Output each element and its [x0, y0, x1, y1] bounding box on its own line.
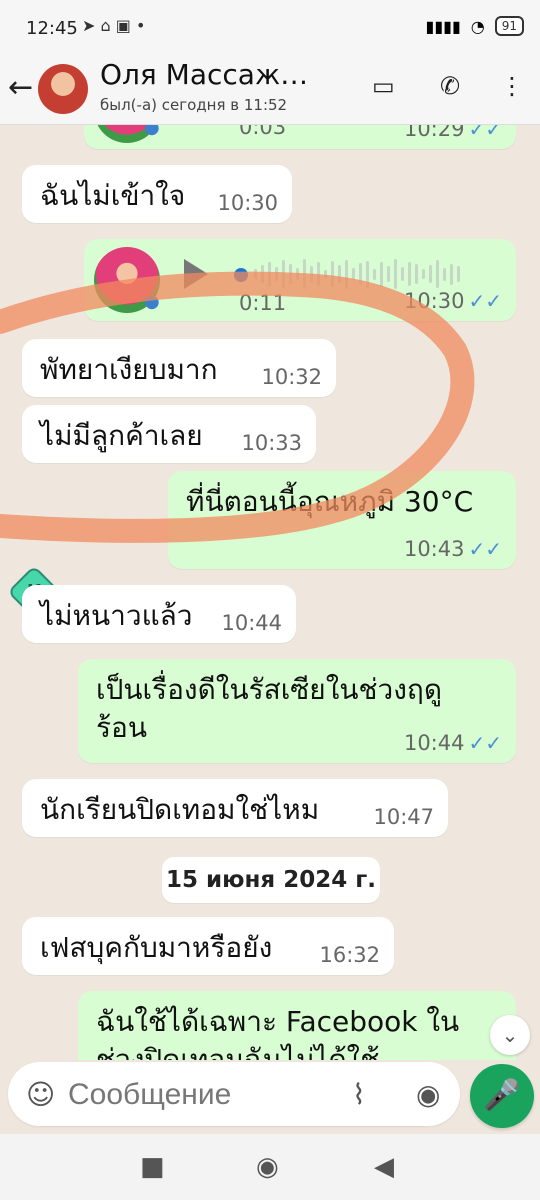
message-time: 10:32	[261, 365, 322, 389]
paperclip-icon[interactable]: ⌇	[352, 1078, 366, 1111]
message-bubble[interactable]: ไม่หนาวแล้ว 10:44	[22, 585, 296, 643]
message-text: พัทยาเงียบมาก	[40, 353, 218, 386]
avatar[interactable]	[38, 64, 88, 114]
message-bubble[interactable]: ที่นี่ตอนนี้อุณหภูมิ 30°C 10:43 ✓✓	[168, 471, 516, 569]
message-bubble[interactable]: พัทยาเงียบมาก 10:32	[22, 339, 336, 397]
message-text: เป็นเรื่องดีในรัสเซียในช่วงฤดู ร้อน	[96, 673, 443, 744]
circle-icon[interactable]: ◉	[256, 1152, 279, 1182]
battery-level: 91	[494, 16, 524, 36]
emoji-icon[interactable]: ☺	[26, 1078, 55, 1111]
square-icon[interactable]: ■	[140, 1152, 165, 1182]
voice-duration: 0:11	[239, 291, 287, 315]
message-text: ฉันไม่เข้าใจ	[40, 179, 186, 212]
message-time: 10:44	[221, 611, 282, 635]
voice-message[interactable]: ● 0:11 10:30 ✓✓	[84, 239, 516, 321]
message-bubble[interactable]: ฉันไม่เข้าใจ 10:30	[22, 165, 292, 223]
voice-progress-dot[interactable]	[234, 268, 248, 282]
mic-button[interactable]: 🎤	[470, 1064, 534, 1128]
chevrons-down-icon[interactable]: ⌄	[490, 1015, 530, 1055]
signal-icon: ▮▮▮▮	[425, 16, 461, 36]
message-time: 10:30	[217, 191, 278, 215]
camera-icon[interactable]: ◉	[416, 1078, 440, 1111]
message-time: 10:43 ✓✓	[403, 537, 502, 561]
mic-icon: ●	[144, 125, 160, 138]
status-right: ▮▮▮▮ ◔ 91	[426, 16, 524, 36]
message-text: ฉันใช้ได้เฉพาะ Facebook ใน ช่วงปิดเทอมฉัน…	[96, 1005, 460, 1060]
menu-icon[interactable]: ⋮	[500, 72, 524, 100]
message-bubble[interactable]: เป็นเรื่องดีในรัสเซียในช่วงฤดู ร้อน 10:44…	[78, 659, 516, 763]
phone-icon[interactable]: ✆	[440, 72, 460, 100]
status-time: 12:45	[26, 18, 78, 39]
triangle-back-icon[interactable]: ◀	[374, 1152, 394, 1182]
status-left-icons: ➤ ⌂ ▣ •	[82, 16, 146, 35]
back-arrow-icon[interactable]: ←	[8, 70, 33, 105]
mic-icon: ●	[144, 291, 160, 312]
message-bubble[interactable]: ฉันใช้ได้เฉพาะ Facebook ใน ช่วงปิดเทอมฉัน…	[78, 991, 516, 1060]
message-bubble[interactable]: เฟสบุคกับมาหรือยัง 16:32	[22, 917, 394, 975]
message-text: ไม่หนาวแล้ว	[40, 599, 193, 632]
chat-header: ← Оля Массаж… был(-а) сегодня в 11:52 ▭ …	[0, 56, 540, 125]
message-time: 10:30 ✓✓	[403, 289, 502, 313]
contact-status: был(-а) сегодня в 11:52	[100, 96, 288, 114]
message-time: 10:33	[241, 431, 302, 455]
message-text: เฟสบุคกับมาหรือยัง	[40, 931, 273, 964]
video-icon[interactable]: ▭	[372, 72, 395, 100]
voice-message[interactable]: ● 0:03 10:29 ✓✓	[84, 125, 516, 149]
message-time: 16:32	[319, 943, 380, 967]
voice-duration: 0:03	[239, 125, 287, 139]
message-bubble[interactable]: นักเรียนปิดเทอมใช่ไหม 10:47	[22, 779, 448, 837]
message-text: นักเรียนปิดเทอมใช่ไหม	[40, 793, 320, 826]
message-time: 10:29 ✓✓	[403, 125, 502, 141]
message-time: 10:47	[373, 805, 434, 829]
voice-waveform	[254, 257, 504, 291]
date-separator: 15 июня 2024 г.	[162, 857, 380, 903]
status-bar: 12:45 ➤ ⌂ ▣ • ▮▮▮▮ ◔ 91	[0, 0, 540, 56]
play-icon[interactable]	[184, 259, 208, 289]
wifi-icon: ◔	[470, 16, 485, 36]
message-list: ● 0:03 10:29 ✓✓ ฉันไม่เข้าใจ 10:30 ● 0:11…	[0, 125, 540, 1060]
message-composer: ☺ ⌇ ◉	[8, 1062, 460, 1126]
message-text: ไม่มีลูกค้าเลย	[40, 419, 203, 452]
message-text: ที่นี่ตอนนี้อุณหภูมิ 30°C	[186, 485, 474, 518]
system-navbar: ■ ◉ ◀	[0, 1134, 540, 1200]
message-input[interactable]	[66, 1072, 340, 1118]
message-time: 10:44 ✓✓	[403, 731, 502, 755]
message-bubble[interactable]: ไม่มีลูกค้าเลย 10:33	[22, 405, 316, 463]
contact-name[interactable]: Оля Массаж…	[100, 58, 340, 91]
